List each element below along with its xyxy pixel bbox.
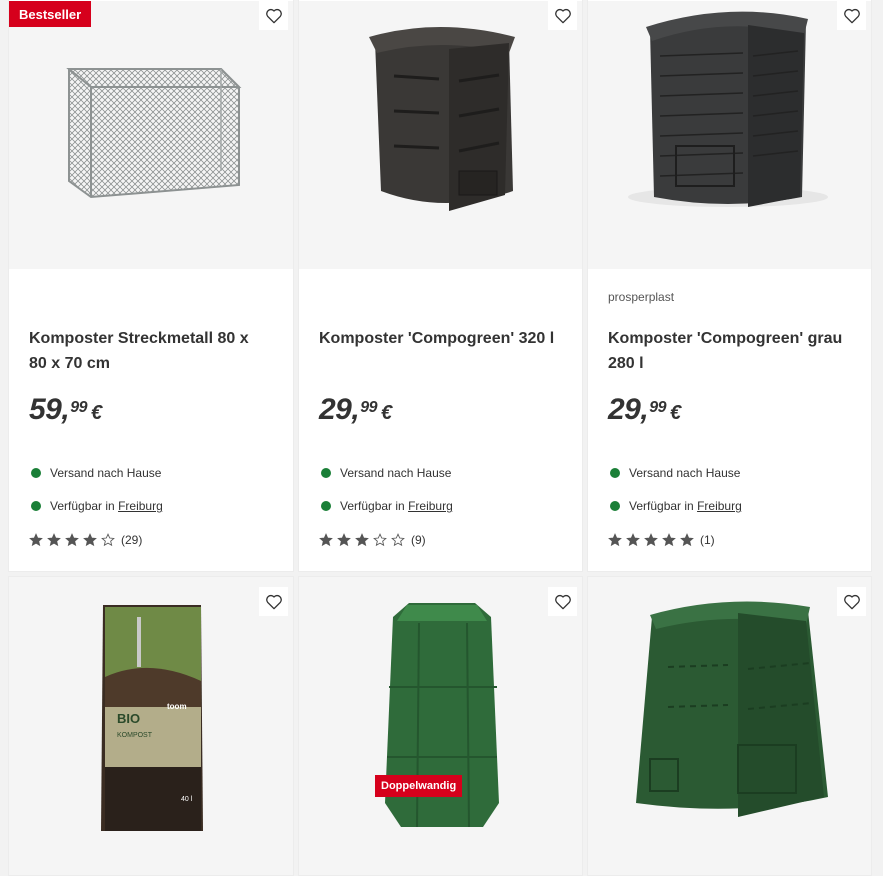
product-image[interactable]	[299, 1, 582, 269]
available-dot-icon	[31, 501, 41, 511]
bag-volume: 40 l	[181, 796, 193, 803]
product-card[interactable]: Komposter 'Compogreen' 320 l 29,99 € Vers…	[298, 0, 583, 572]
doppelwandig-badge: Doppelwandig	[375, 775, 463, 797]
shipping-availability: Versand nach Hause	[321, 466, 451, 480]
review-count[interactable]: (9)	[411, 533, 426, 547]
currency: €	[91, 402, 102, 424]
bag-brand: toom	[167, 702, 187, 711]
wishlist-heart-icon[interactable]	[548, 1, 577, 30]
product-image[interactable]: toom BIO KOMPOST 40 l	[9, 577, 293, 875]
price-main: 29,	[608, 393, 649, 426]
available-dot-icon	[321, 468, 331, 478]
available-dot-icon	[31, 468, 41, 478]
bag-title: BIO	[117, 711, 140, 726]
star-empty-icon	[373, 533, 387, 547]
product-image[interactable]	[299, 577, 582, 875]
currency: €	[381, 402, 392, 424]
green-octagonal-composter-image	[385, 603, 499, 828]
store-availability: Verfügbar in Freiburg	[321, 499, 453, 513]
rating: (29)	[29, 533, 142, 547]
star-filled-icon	[319, 533, 333, 547]
product-card[interactable]: Bestseller Komposter Streckmetall 80 x 8…	[8, 0, 294, 572]
availability-label: Versand nach Hause	[50, 466, 162, 480]
wishlist-heart-icon[interactable]	[548, 587, 577, 616]
star-filled-icon	[626, 533, 640, 547]
shipping-availability: Versand nach Hause	[31, 466, 161, 480]
review-count[interactable]: (1)	[700, 533, 715, 547]
star-filled-icon	[29, 533, 43, 547]
star-filled-icon	[355, 533, 369, 547]
product-brand[interactable]: prosperplast	[608, 290, 674, 304]
currency: €	[670, 402, 681, 424]
grey-composter-image	[628, 11, 828, 207]
product-title[interactable]: Komposter Streckmetall 80 x 80 x 70 cm	[29, 326, 269, 376]
product-card[interactable]: Doppelwandig	[298, 576, 583, 876]
star-filled-icon	[680, 533, 694, 547]
price-cents: 99	[70, 399, 88, 416]
availability-label: Verfügbar in	[50, 499, 115, 513]
star-filled-icon	[662, 533, 676, 547]
product-image[interactable]	[9, 1, 293, 269]
star-empty-icon	[391, 533, 405, 547]
wishlist-heart-icon[interactable]	[259, 587, 288, 616]
available-dot-icon	[610, 501, 620, 511]
price-cents: 99	[360, 399, 378, 416]
star-filled-icon	[608, 533, 622, 547]
price-main: 59,	[29, 393, 70, 426]
bio-kompost-bag-image: toom BIO KOMPOST 40 l	[101, 605, 203, 831]
star-filled-icon	[47, 533, 61, 547]
price-cents: 99	[649, 399, 667, 416]
availability-label: Verfügbar in	[340, 499, 405, 513]
availability-label: Versand nach Hause	[629, 466, 741, 480]
product-card[interactable]	[587, 576, 872, 876]
green-square-composter-image	[636, 601, 828, 817]
product-title[interactable]: Komposter 'Compogreen' 320 l	[319, 326, 559, 351]
rating: (1)	[608, 533, 715, 547]
product-image[interactable]	[588, 1, 871, 269]
availability-label: Verfügbar in	[629, 499, 694, 513]
bag-subtitle: KOMPOST	[117, 732, 153, 739]
star-filled-icon	[337, 533, 351, 547]
bestseller-badge: Bestseller	[9, 1, 92, 27]
product-image[interactable]	[588, 577, 871, 875]
product-card[interactable]: toom BIO KOMPOST 40 l	[8, 576, 294, 876]
wishlist-heart-icon[interactable]	[837, 1, 866, 30]
available-dot-icon	[610, 468, 620, 478]
product-price: 29,99 €	[319, 393, 392, 427]
store-availability: Verfügbar in Freiburg	[610, 499, 742, 513]
rating: (9)	[319, 533, 426, 547]
wishlist-heart-icon[interactable]	[259, 1, 288, 30]
store-link[interactable]: Freiburg	[408, 499, 453, 513]
wishlist-heart-icon[interactable]	[837, 587, 866, 616]
product-card[interactable]: prosperplast Komposter 'Compogreen' grau…	[587, 0, 872, 572]
star-empty-icon	[101, 533, 115, 547]
store-link[interactable]: Freiburg	[118, 499, 163, 513]
shipping-availability: Versand nach Hause	[610, 466, 740, 480]
star-filled-icon	[65, 533, 79, 547]
price-main: 29,	[319, 393, 360, 426]
star-filled-icon	[644, 533, 658, 547]
wire-mesh-composter-image	[66, 68, 242, 199]
product-price: 59,99 €	[29, 393, 102, 427]
star-filled-icon	[83, 533, 97, 547]
store-availability: Verfügbar in Freiburg	[31, 499, 163, 513]
review-count[interactable]: (29)	[121, 533, 142, 547]
available-dot-icon	[321, 501, 331, 511]
product-price: 29,99 €	[608, 393, 681, 427]
brown-composter-image	[369, 27, 515, 211]
availability-label: Versand nach Hause	[340, 466, 452, 480]
store-link[interactable]: Freiburg	[697, 499, 742, 513]
product-title[interactable]: Komposter 'Compogreen' grau 280 l	[608, 326, 848, 376]
